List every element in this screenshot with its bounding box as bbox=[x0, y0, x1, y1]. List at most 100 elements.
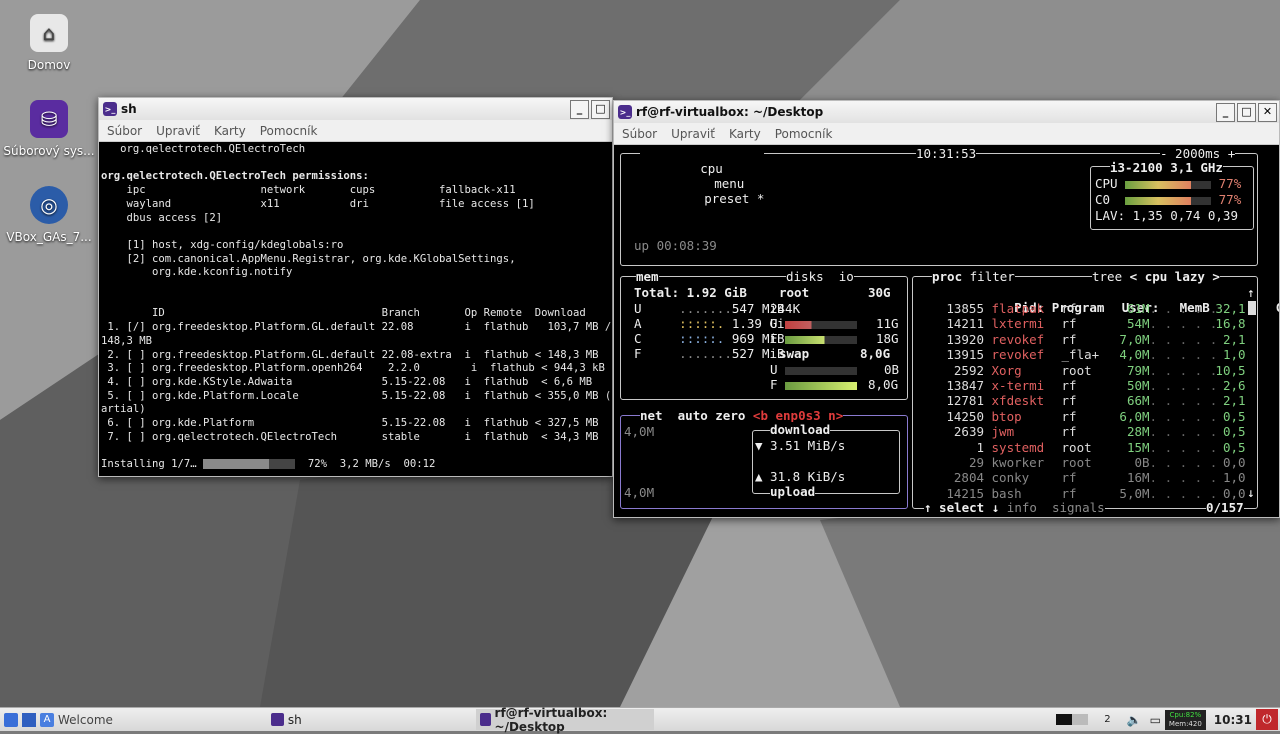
menu-help[interactable]: Pomocník bbox=[775, 127, 833, 141]
disk-swap-free: 8,0G bbox=[868, 377, 899, 392]
window-title: sh bbox=[121, 102, 137, 116]
process-row[interactable]: 2804 conky rf 16M. . . . . 1,0 bbox=[940, 470, 1246, 485]
process-prog: lxtermi bbox=[991, 316, 1045, 332]
mem-title: mem bbox=[636, 269, 659, 284]
terminal-icon bbox=[479, 713, 491, 726]
process-row[interactable]: 13847 x-termi rf 50M. . . . . 2,6 bbox=[940, 378, 1245, 393]
core0-label: C0 bbox=[1095, 192, 1111, 207]
process-row[interactable]: 14211 lxtermi rf 54M. . . . .16,8 bbox=[940, 316, 1245, 332]
process-row[interactable]: 14215 bash rf 5,0M. . . . . 0,0 bbox=[940, 485, 1246, 501]
process-pid: 2804 bbox=[953, 470, 984, 486]
net-zero-toggle[interactable]: zero bbox=[715, 408, 745, 423]
desktop-icon-home[interactable]: ⌂ Domov bbox=[1, 14, 97, 72]
terminal-status-line: Installing 1/7… 72% 3,2 MB/s 00:12 bbox=[99, 458, 612, 472]
menu-file[interactable]: Súbor bbox=[622, 127, 657, 141]
minimize-button[interactable]: _ bbox=[1216, 102, 1235, 122]
close-button[interactable]: ✕ bbox=[1258, 102, 1277, 122]
terminal-line: 1. [/] org.freedesktop.Platform.GL.defau… bbox=[101, 321, 612, 334]
menu-help[interactable]: Pomocník bbox=[260, 124, 318, 138]
process-user: rf bbox=[1061, 316, 1077, 332]
proc-sort[interactable]: < cpu lazy > bbox=[1130, 269, 1220, 284]
process-prog: revokef bbox=[991, 331, 1045, 347]
taskbar-clock[interactable]: 10:31 bbox=[1210, 709, 1256, 730]
process-mem: 5,0M bbox=[1119, 485, 1150, 501]
net-interface-selector[interactable]: <b enp0s3 n> bbox=[753, 408, 843, 423]
process-cpu-graph: . . . . . bbox=[1149, 408, 1218, 424]
taskbar-item-btop[interactable]: rf@rf-virtualbox: ~/Desktop bbox=[475, 706, 654, 734]
drive-icon: ⛁ bbox=[30, 100, 68, 138]
process-pid: 12781 bbox=[946, 393, 984, 409]
desktop-icon-vbox-cd[interactable]: ◎ VBox_GAs_7... bbox=[1, 186, 97, 244]
process-cpu: 0,0 bbox=[1222, 485, 1246, 501]
menu-tabs[interactable]: Karty bbox=[214, 124, 246, 138]
workspace-number[interactable]: 2 bbox=[1100, 709, 1114, 730]
load-average: LAV: 1,35 0,74 0,39 bbox=[1095, 208, 1238, 223]
footer-select[interactable]: ↑ select ↓ bbox=[924, 500, 999, 515]
window-titlebar[interactable]: >_ sh _ □ bbox=[99, 98, 612, 120]
process-cpu-graph: . . . . . bbox=[1149, 362, 1218, 378]
maximize-button[interactable]: □ bbox=[1237, 102, 1256, 122]
proc-tree-toggle[interactable]: tree bbox=[1092, 269, 1122, 284]
process-row[interactable]: 12781 xfdeskt rf 66M. . . . . 2,1 bbox=[940, 393, 1245, 409]
footer-signals[interactable]: signals bbox=[1052, 500, 1105, 515]
process-cpu: 10,5 bbox=[1215, 362, 1246, 378]
process-cpu: 2,1 bbox=[1222, 331, 1246, 347]
menu-tab[interactable]: menu bbox=[714, 176, 744, 191]
mem-value: 527 MiB bbox=[731, 346, 785, 361]
volume-icon[interactable]: 🔈 bbox=[1123, 709, 1146, 730]
menu-tabs[interactable]: Karty bbox=[729, 127, 761, 141]
process-mem: 79M bbox=[1126, 362, 1150, 378]
terminal-line: 3. [ ] org.freedesktop.Platform.openh264… bbox=[101, 362, 605, 375]
display-icon[interactable]: ▭ bbox=[1146, 709, 1165, 730]
net-header: net auto zero <b enp0s3 n> bbox=[640, 408, 844, 423]
process-row[interactable]: 29 kworker root 0B. . . . . 0,0 bbox=[940, 455, 1246, 470]
preset-tab[interactable]: preset * bbox=[704, 191, 764, 206]
process-row[interactable]: 13920 revokef rf 7,0M. . . . . 2,1 bbox=[940, 331, 1246, 347]
pager[interactable] bbox=[1052, 709, 1092, 730]
menu-edit[interactable]: Upraviť bbox=[156, 124, 200, 138]
process-cpu: 0,0 bbox=[1222, 455, 1246, 470]
proc-scroll-down[interactable]: ↓ bbox=[1247, 485, 1255, 500]
disk-root-free-row: F bbox=[770, 331, 858, 346]
process-row[interactable]: 14250 btop rf 6,0M. . . . . 0,5 bbox=[940, 408, 1246, 424]
menu-edit[interactable]: Upraviť bbox=[671, 127, 715, 141]
process-cpu-graph: . . . . . bbox=[1149, 301, 1218, 316]
process-row[interactable]: 2639 jwm rf 28M. . . . . 0,5 bbox=[940, 424, 1246, 439]
process-user: root bbox=[1061, 455, 1092, 470]
terminal-line: [1] host, xdg-config/kdeglobals:ro bbox=[101, 238, 344, 251]
cpu-tab[interactable]: cpu bbox=[700, 161, 723, 176]
process-row[interactable]: 1 systemd root 15M. . . . . 0,5 bbox=[940, 440, 1245, 455]
taskbar-item-sh[interactable]: sh bbox=[267, 709, 306, 730]
terminal-window-sh[interactable]: >_ sh _ □ Súbor Upraviť Karty Pomocník o… bbox=[98, 97, 613, 477]
net-auto-toggle[interactable]: auto bbox=[678, 408, 708, 423]
process-mem: 28M bbox=[1126, 424, 1150, 440]
refresh-interval[interactable]: - 2000ms + bbox=[1160, 146, 1236, 161]
btop-screen[interactable]: cpu menu preset * 10:31:53 - 2000ms + up… bbox=[614, 145, 1279, 517]
process-user: rf bbox=[1061, 470, 1077, 486]
process-cpu-graph: . . . . . bbox=[1149, 316, 1218, 332]
upload-speed: ▲ 31.8 KiB/s bbox=[755, 469, 846, 484]
maximize-button[interactable]: □ bbox=[591, 99, 610, 119]
core0-bar bbox=[1125, 196, 1212, 205]
process-mem: 16M bbox=[1126, 470, 1150, 486]
process-cpu: 0,5 bbox=[1222, 408, 1246, 424]
process-prog: conky bbox=[991, 470, 1030, 486]
terminal-output[interactable]: org.qelectrotech.QElectroTech org.qelect… bbox=[99, 142, 612, 458]
io-label: io bbox=[838, 269, 854, 284]
menu-file[interactable]: Súbor bbox=[107, 124, 142, 138]
proc-filter[interactable]: filter bbox=[970, 269, 1015, 284]
footer-info[interactable]: info bbox=[1007, 500, 1037, 515]
process-row[interactable]: 2592 Xorg root 79M. . . . .10,5 bbox=[940, 363, 1246, 378]
terminal-window-btop[interactable]: >_ rf@rf-virtualbox: ~/Desktop _ □ ✕ Súb… bbox=[613, 100, 1280, 518]
terminal-icon: >_ bbox=[103, 102, 117, 116]
process-row[interactable]: 13915 revokef _fla+ 4,0M. . . . . 1,0 bbox=[940, 347, 1245, 362]
process-row[interactable]: 13855 flatpak rf 61M. . . . .32,1 bbox=[940, 301, 1245, 316]
minimize-button[interactable]: _ bbox=[570, 99, 589, 119]
window-titlebar[interactable]: >_ rf@rf-virtualbox: ~/Desktop _ □ ✕ bbox=[614, 101, 1279, 123]
pager-desktop-1[interactable] bbox=[1056, 714, 1089, 725]
desktop-icon-filesystem[interactable]: ⛁ Súborový sys... bbox=[1, 100, 97, 158]
proc-scroll-thumb[interactable] bbox=[1248, 301, 1256, 315]
start-menu[interactable]: A Welcome bbox=[0, 709, 117, 730]
proc-scrollbar[interactable]: ↑ bbox=[1247, 285, 1255, 300]
power-icon[interactable]: ⏻ bbox=[1256, 709, 1278, 730]
